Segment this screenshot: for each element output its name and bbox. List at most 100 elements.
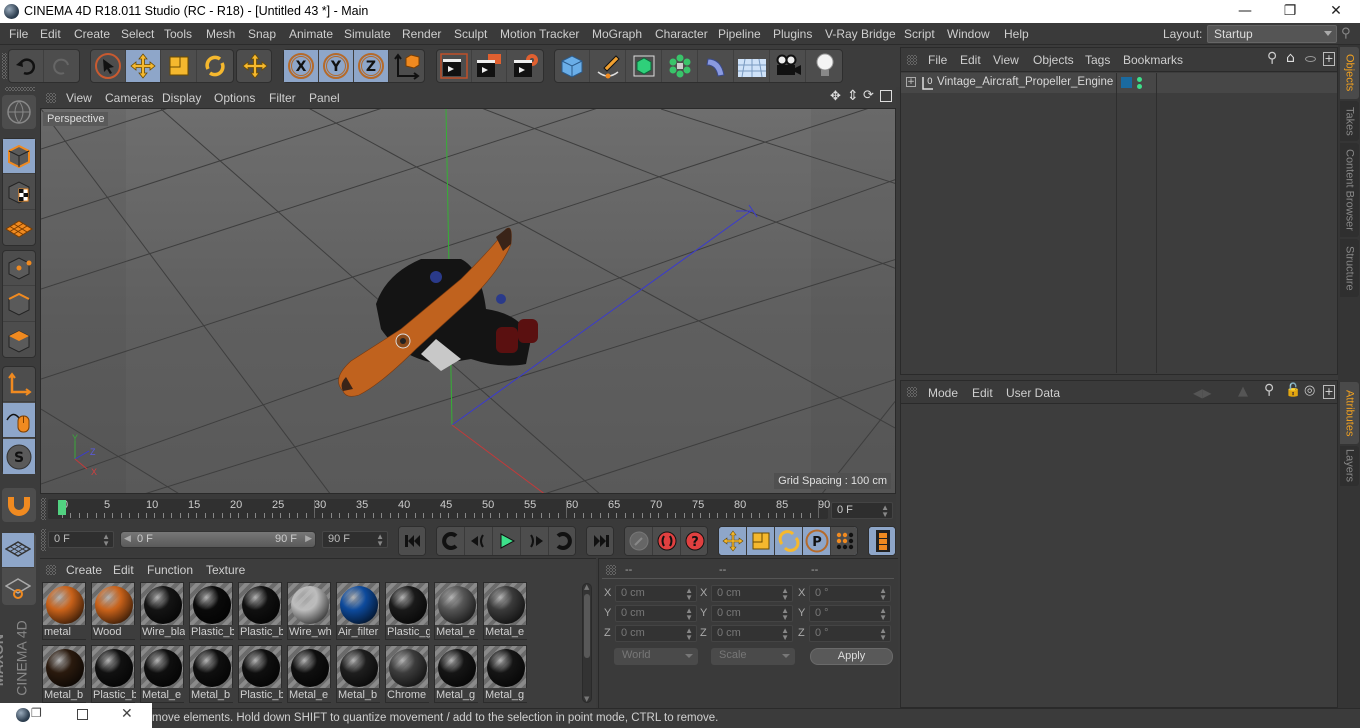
- material-swatch[interactable]: Plastic_b: [238, 582, 283, 640]
- coordinate-space-select[interactable]: World: [614, 648, 698, 665]
- render-picture-viewer-button[interactable]: [472, 50, 507, 82]
- spinner-icon[interactable]: ▲ ▼: [685, 587, 693, 602]
- size-x-field[interactable]: 0 cm ▲ ▼: [711, 585, 793, 602]
- home-icon[interactable]: ⌂: [1286, 50, 1295, 66]
- range-left-arrow-icon[interactable]: ◀: [124, 534, 131, 544]
- object-row[interactable]: + 0 Vintage_Aircraft_Propeller_Engine: [901, 73, 1337, 373]
- maximize-view-icon[interactable]: [880, 90, 892, 102]
- edges-mode-button[interactable]: [3, 287, 35, 322]
- spinner-icon[interactable]: ▲ ▼: [881, 504, 889, 519]
- polygons-mode-button[interactable]: [3, 323, 35, 358]
- toolbar-grip[interactable]: [2, 53, 7, 79]
- visibility-icon[interactable]: [1305, 56, 1316, 62]
- menu-file[interactable]: File: [9, 27, 28, 41]
- rotation-z-field[interactable]: 0 ° ▲ ▼: [809, 625, 891, 642]
- attribute-menu-edit[interactable]: Edit: [972, 386, 993, 400]
- subdivision-button[interactable]: [627, 50, 662, 82]
- planar-workplane-button[interactable]: [2, 569, 34, 604]
- make-editable-button[interactable]: [2, 95, 36, 129]
- record-keys-button[interactable]: [625, 527, 653, 555]
- material-swatch[interactable]: Wood: [91, 582, 136, 640]
- search-icon[interactable]: ⚲: [1264, 382, 1274, 398]
- position-y-field[interactable]: 0 cm ▲ ▼: [615, 605, 697, 622]
- scale-button[interactable]: [162, 50, 197, 82]
- spinner-icon[interactable]: ▲ ▼: [685, 607, 693, 622]
- menu-mograph[interactable]: MoGraph: [592, 27, 642, 41]
- object-menu-bookmarks[interactable]: Bookmarks: [1123, 53, 1183, 67]
- menu-select[interactable]: Select: [121, 27, 154, 41]
- attribute-menu-user-data[interactable]: User Data: [1006, 386, 1060, 400]
- spinner-icon[interactable]: ▲ ▼: [879, 627, 887, 642]
- spinner-icon[interactable]: ▲ ▼: [781, 627, 789, 642]
- recent-tool-button[interactable]: [237, 50, 272, 82]
- rotate-button[interactable]: [197, 50, 232, 82]
- menu-pipeline[interactable]: Pipeline: [718, 27, 761, 41]
- menu-simulate[interactable]: Simulate: [344, 27, 391, 41]
- layer-color-chip[interactable]: [1121, 77, 1132, 88]
- tab-structure[interactable]: Structure: [1340, 239, 1359, 297]
- x-axis-lock-button[interactable]: X: [284, 50, 319, 82]
- object-menu-objects[interactable]: Objects: [1033, 53, 1074, 67]
- scroll-up-icon[interactable]: ▲: [584, 583, 589, 591]
- menu-create[interactable]: Create: [74, 27, 110, 41]
- size-y-field[interactable]: 0 cm ▲ ▼: [711, 605, 793, 622]
- material-menu-function[interactable]: Function: [147, 563, 193, 577]
- material-menu-texture[interactable]: Texture: [206, 563, 245, 577]
- position-x-field[interactable]: 0 cm ▲ ▼: [615, 585, 697, 602]
- material-swatch[interactable]: Air_filter: [336, 582, 381, 640]
- solo-mode-button[interactable]: S: [3, 439, 35, 474]
- close-icon[interactable]: ✕: [1313, 0, 1359, 23]
- live-selection-button[interactable]: [91, 50, 126, 82]
- next-frame-button[interactable]: [521, 527, 549, 555]
- scroll-thumb[interactable]: [584, 594, 590, 658]
- viewport-menu-cameras[interactable]: Cameras: [105, 91, 154, 105]
- material-swatch[interactable]: metal: [42, 582, 87, 640]
- material-swatch[interactable]: Plastic_b: [91, 645, 136, 703]
- tab-layers[interactable]: Layers: [1340, 446, 1359, 486]
- menu-tools[interactable]: Tools: [164, 27, 192, 41]
- attribute-menu-mode[interactable]: Mode: [928, 386, 958, 400]
- key-position-button[interactable]: [719, 527, 747, 555]
- key-pla-button[interactable]: [831, 527, 857, 555]
- transport-grip[interactable]: [41, 529, 46, 551]
- deformer-button[interactable]: [699, 50, 734, 82]
- material-swatch[interactable]: Metal_b: [336, 645, 381, 703]
- menu-plugins[interactable]: Plugins: [773, 27, 812, 41]
- apply-button[interactable]: Apply: [810, 648, 893, 665]
- cloner-button[interactable]: [663, 50, 698, 82]
- material-swatch[interactable]: Metal_b: [42, 645, 87, 703]
- range-slider[interactable]: ◀ 0 F 90 F ▶: [120, 531, 316, 548]
- menu-edit[interactable]: Edit: [40, 27, 61, 41]
- material-menu-create[interactable]: Create: [66, 563, 102, 577]
- pan-icon[interactable]: ✥: [830, 89, 841, 104]
- z-axis-lock-button[interactable]: Z: [354, 50, 389, 82]
- points-mode-button[interactable]: [3, 251, 35, 286]
- menu-character[interactable]: Character: [655, 27, 708, 41]
- menu-help[interactable]: Help: [1004, 27, 1029, 41]
- key-rotation-button[interactable]: [775, 527, 803, 555]
- tab-content-browser[interactable]: Content Browser: [1340, 143, 1359, 237]
- viewport-menu-panel[interactable]: Panel: [309, 91, 340, 105]
- 3d-viewport[interactable]: Y Z X Perspective Grid Spacing : 100 cm: [40, 108, 896, 494]
- material-swatch[interactable]: Chrome: [385, 645, 430, 703]
- timeline-button[interactable]: [869, 527, 895, 555]
- coordinate-system-button[interactable]: [389, 50, 424, 82]
- spinner-icon[interactable]: ▲ ▼: [781, 607, 789, 622]
- menu-script[interactable]: Script: [904, 27, 935, 41]
- menu-window[interactable]: Window: [947, 27, 990, 41]
- light-button[interactable]: [807, 50, 842, 82]
- material-swatch[interactable]: Wire_bla: [140, 582, 185, 640]
- y-axis-lock-button[interactable]: Y: [319, 50, 354, 82]
- object-menu-view[interactable]: View: [993, 53, 1019, 67]
- spinner-icon[interactable]: ▲ ▼: [879, 587, 887, 602]
- end-frame-field[interactable]: 90 F ▲ ▼: [322, 531, 388, 548]
- tweak-mode-button[interactable]: [3, 403, 35, 438]
- timeline-grip[interactable]: [41, 498, 46, 520]
- viewport-menu-filter[interactable]: Filter: [269, 91, 296, 105]
- material-swatch[interactable]: Metal_e: [140, 645, 185, 703]
- object-name[interactable]: Vintage_Aircraft_Propeller_Engine: [937, 76, 1113, 88]
- menu-sculpt[interactable]: Sculpt: [454, 27, 487, 41]
- rotation-x-field[interactable]: 0 ° ▲ ▼: [809, 585, 891, 602]
- attribute-grip[interactable]: [907, 387, 917, 397]
- lock-icon[interactable]: 🔓: [1285, 383, 1301, 398]
